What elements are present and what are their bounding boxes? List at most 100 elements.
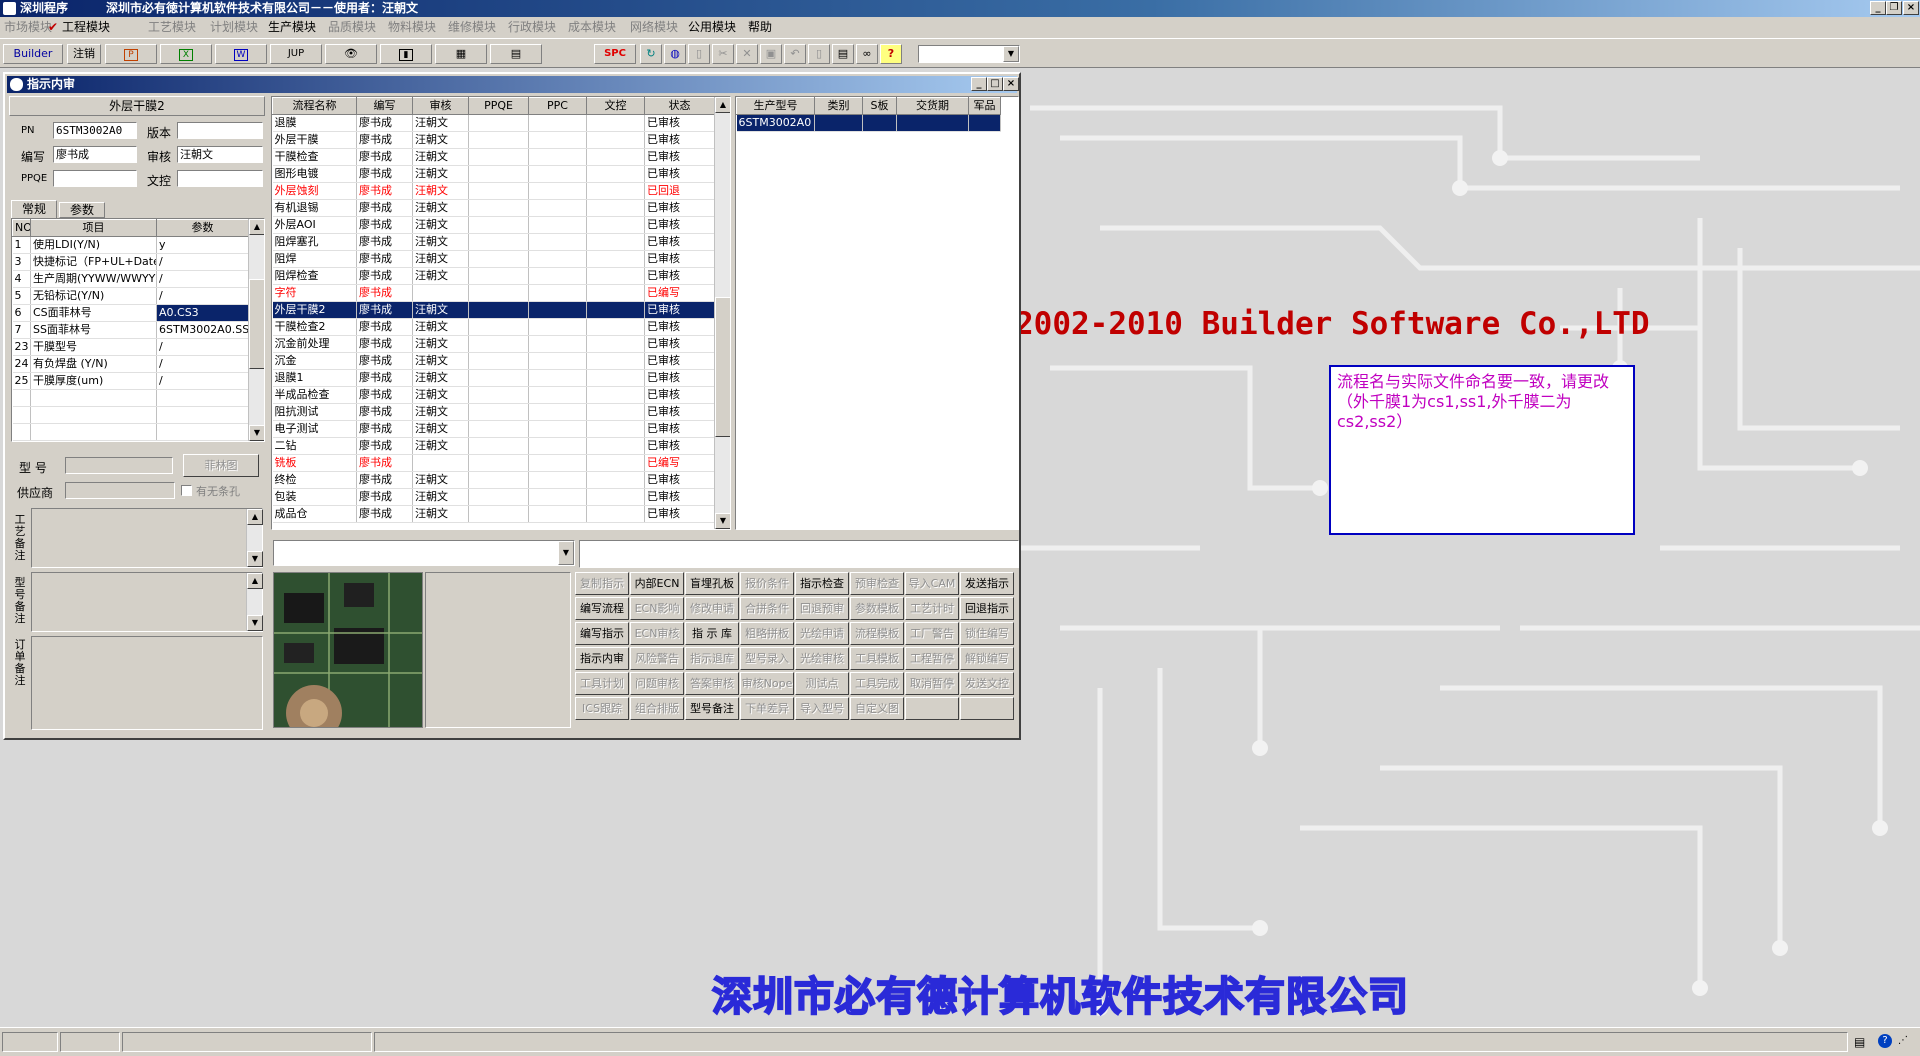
product-header-4[interactable]: 军品 <box>968 97 1001 115</box>
menu-item-6[interactable]: 物料模块 <box>388 17 436 37</box>
flow-row[interactable]: 外层干膜2 廖书成 汪朝文 已审核 <box>272 301 715 319</box>
action-button[interactable]: ECN审核 <box>630 622 684 645</box>
action-button[interactable] <box>905 697 959 720</box>
action-button[interactable]: 锁住编写 <box>960 622 1014 645</box>
menu-item-2[interactable]: 工艺模块 <box>148 17 196 37</box>
minimize-icon[interactable]: _ <box>1870 1 1886 15</box>
flow-row[interactable]: 半成品检查 廖书成 汪朝文 已审核 <box>272 386 715 404</box>
action-button[interactable]: 下单差异 <box>740 697 794 720</box>
close-icon[interactable]: × <box>1003 77 1019 91</box>
flow-row[interactable]: 沉金 廖书成 汪朝文 已审核 <box>272 352 715 370</box>
product-header-2[interactable]: S板 <box>862 97 897 115</box>
action-button[interactable]: 问题审核 <box>630 672 684 695</box>
flow-header-0[interactable]: 流程名称 <box>272 97 357 115</box>
flow-row[interactable]: 阻抗测试 廖书成 汪朝文 已审核 <box>272 403 715 421</box>
flow-row[interactable]: 外层AOI 廖书成 汪朝文 已审核 <box>272 216 715 234</box>
param-row[interactable]: 1 使用LDI(Y/N) y <box>12 236 249 254</box>
logout-button[interactable]: 注销 <box>67 44 101 64</box>
action-button[interactable]: 测试点 <box>795 672 849 695</box>
doc-control-field[interactable] <box>177 170 263 187</box>
product-row[interactable]: 6STM3002A0 <box>736 114 1001 132</box>
resize-grip-icon[interactable]: ⋰ <box>1898 1035 1908 1046</box>
flow-row[interactable]: 字符 廖书成 已编写 <box>272 284 715 302</box>
action-button[interactable]: 型号录入 <box>740 647 794 670</box>
minimize-icon[interactable]: _ <box>971 77 987 91</box>
action-button[interactable]: 工厂警告 <box>905 622 959 645</box>
product-header-3[interactable]: 交货期 <box>896 97 969 115</box>
scroll-thumb[interactable] <box>249 279 264 369</box>
flow-row[interactable]: 图形电镀 廖书成 汪朝文 已审核 <box>272 165 715 183</box>
version-field[interactable] <box>177 122 263 139</box>
book-button[interactable]: ▮ <box>380 44 432 64</box>
flow-row[interactable]: 退膜 廖书成 汪朝文 已审核 <box>272 114 715 132</box>
eye-button[interactable]: 👁 <box>325 44 377 64</box>
print-button[interactable]: ▤ <box>832 44 854 64</box>
action-button[interactable]: 粗略拼板 <box>740 622 794 645</box>
flow-row[interactable]: 电子测试 廖书成 汪朝文 已审核 <box>272 420 715 438</box>
product-header-1[interactable]: 类别 <box>814 97 863 115</box>
action-button[interactable]: 自定义图 <box>850 697 904 720</box>
menu-item-8[interactable]: 行政模块 <box>508 17 556 37</box>
param-header-no[interactable]: NO <box>12 219 31 237</box>
process-remark-field[interactable]: ▲ ▼ <box>31 508 263 568</box>
menu-item-0[interactable]: 市场模块 <box>4 17 52 37</box>
action-button[interactable]: 回退预审 <box>795 597 849 620</box>
flow-row[interactable]: 干膜检查2 廖书成 汪朝文 已审核 <box>272 318 715 336</box>
action-button[interactable]: 答案审核 <box>685 672 739 695</box>
flow-row[interactable]: 铣板 廖书成 已编写 <box>272 454 715 472</box>
action-button[interactable]: 编写指示 <box>575 622 629 645</box>
find-button[interactable]: ∞ <box>856 44 878 64</box>
action-button[interactable]: 导入型号 <box>795 697 849 720</box>
param-row[interactable]: 25 干膜厚度(um) / <box>12 372 249 390</box>
action-button[interactable]: 指 示 库 <box>685 622 739 645</box>
menu-item-1[interactable]: 工程模块 <box>62 17 110 37</box>
action-button[interactable]: 指示退库 <box>685 647 739 670</box>
param-header-value[interactable]: 参数 <box>156 219 249 237</box>
cut-button[interactable]: ✂ <box>712 44 734 64</box>
action-button[interactable]: 组合排版 <box>630 697 684 720</box>
scroll-up-icon[interactable]: ▲ <box>715 97 730 113</box>
menu-item-5[interactable]: 品质模块 <box>328 17 376 37</box>
excel-button[interactable]: X <box>160 44 212 64</box>
product-header-0[interactable]: 生产型号 <box>736 97 815 115</box>
param-row[interactable]: 7 SS面菲林号 6STM3002A0.SS3 <box>12 321 249 339</box>
action-button[interactable]: 流程模板 <box>850 622 904 645</box>
flow-row[interactable]: 退膜1 廖书成 汪朝文 已审核 <box>272 369 715 387</box>
param-row[interactable]: 24 有负焊盘 (Y/N) / <box>12 355 249 373</box>
menu-item-10[interactable]: 网络模块 <box>630 17 678 37</box>
action-button[interactable]: 内部ECN <box>630 572 684 595</box>
film-drawing-button[interactable]: 菲林图 <box>183 454 259 477</box>
delete-button[interactable]: ✕ <box>736 44 758 64</box>
flow-combo[interactable]: ▼ <box>273 540 575 566</box>
menu-item-3[interactable]: 计划模块 <box>210 17 258 37</box>
chevron-down-icon[interactable]: ▼ <box>1003 46 1019 62</box>
action-button[interactable]: 审核Nope <box>740 672 794 695</box>
toolbar-combo[interactable]: ▼ <box>918 45 1020 63</box>
flow-row[interactable]: 沉金前处理 廖书成 汪朝文 已审核 <box>272 335 715 353</box>
writer-field[interactable]: 廖书成 <box>53 146 137 163</box>
help-icon[interactable]: ? <box>1878 1034 1892 1048</box>
flow-row[interactable]: 成品仓 廖书成 汪朝文 已审核 <box>272 505 715 523</box>
action-button[interactable] <box>960 697 1014 720</box>
flow-scrollbar[interactable]: ▲ ▼ <box>714 97 730 529</box>
action-button[interactable]: ICS跟踪 <box>575 697 629 720</box>
scroll-down-icon[interactable]: ▼ <box>247 615 263 631</box>
chevron-down-icon[interactable]: ▼ <box>558 541 574 565</box>
jup-button[interactable]: JUP <box>270 44 322 64</box>
flow-row[interactable]: 外层蚀刻 廖书成 汪朝文 已回退 <box>272 182 715 200</box>
tab-params[interactable]: 参数 <box>59 202 105 218</box>
param-row[interactable]: 3 快捷标记（FP+UL+DateC / <box>12 253 249 271</box>
restore-icon[interactable]: ❐ <box>1886 1 1902 15</box>
spc-button[interactable]: SPC <box>594 44 636 64</box>
flow-row[interactable]: 有机退锡 廖书成 汪朝文 已审核 <box>272 199 715 217</box>
maximize-icon[interactable]: □ <box>987 77 1003 91</box>
param-header-item[interactable]: 项目 <box>30 219 157 237</box>
flow-header-6[interactable]: 状态 <box>644 97 715 115</box>
model-remark-field[interactable]: ▲ ▼ <box>31 572 263 632</box>
action-button[interactable]: ECN影响 <box>630 597 684 620</box>
pn-field[interactable]: 6STM3002A0 <box>53 122 137 139</box>
flow-row[interactable]: 终检 廖书成 汪朝文 已审核 <box>272 471 715 489</box>
param-scrollbar[interactable]: ▲ ▼ <box>248 219 264 441</box>
action-button[interactable]: 取消暂停 <box>905 672 959 695</box>
flow-row[interactable]: 阻焊塞孔 廖书成 汪朝文 已审核 <box>272 233 715 251</box>
